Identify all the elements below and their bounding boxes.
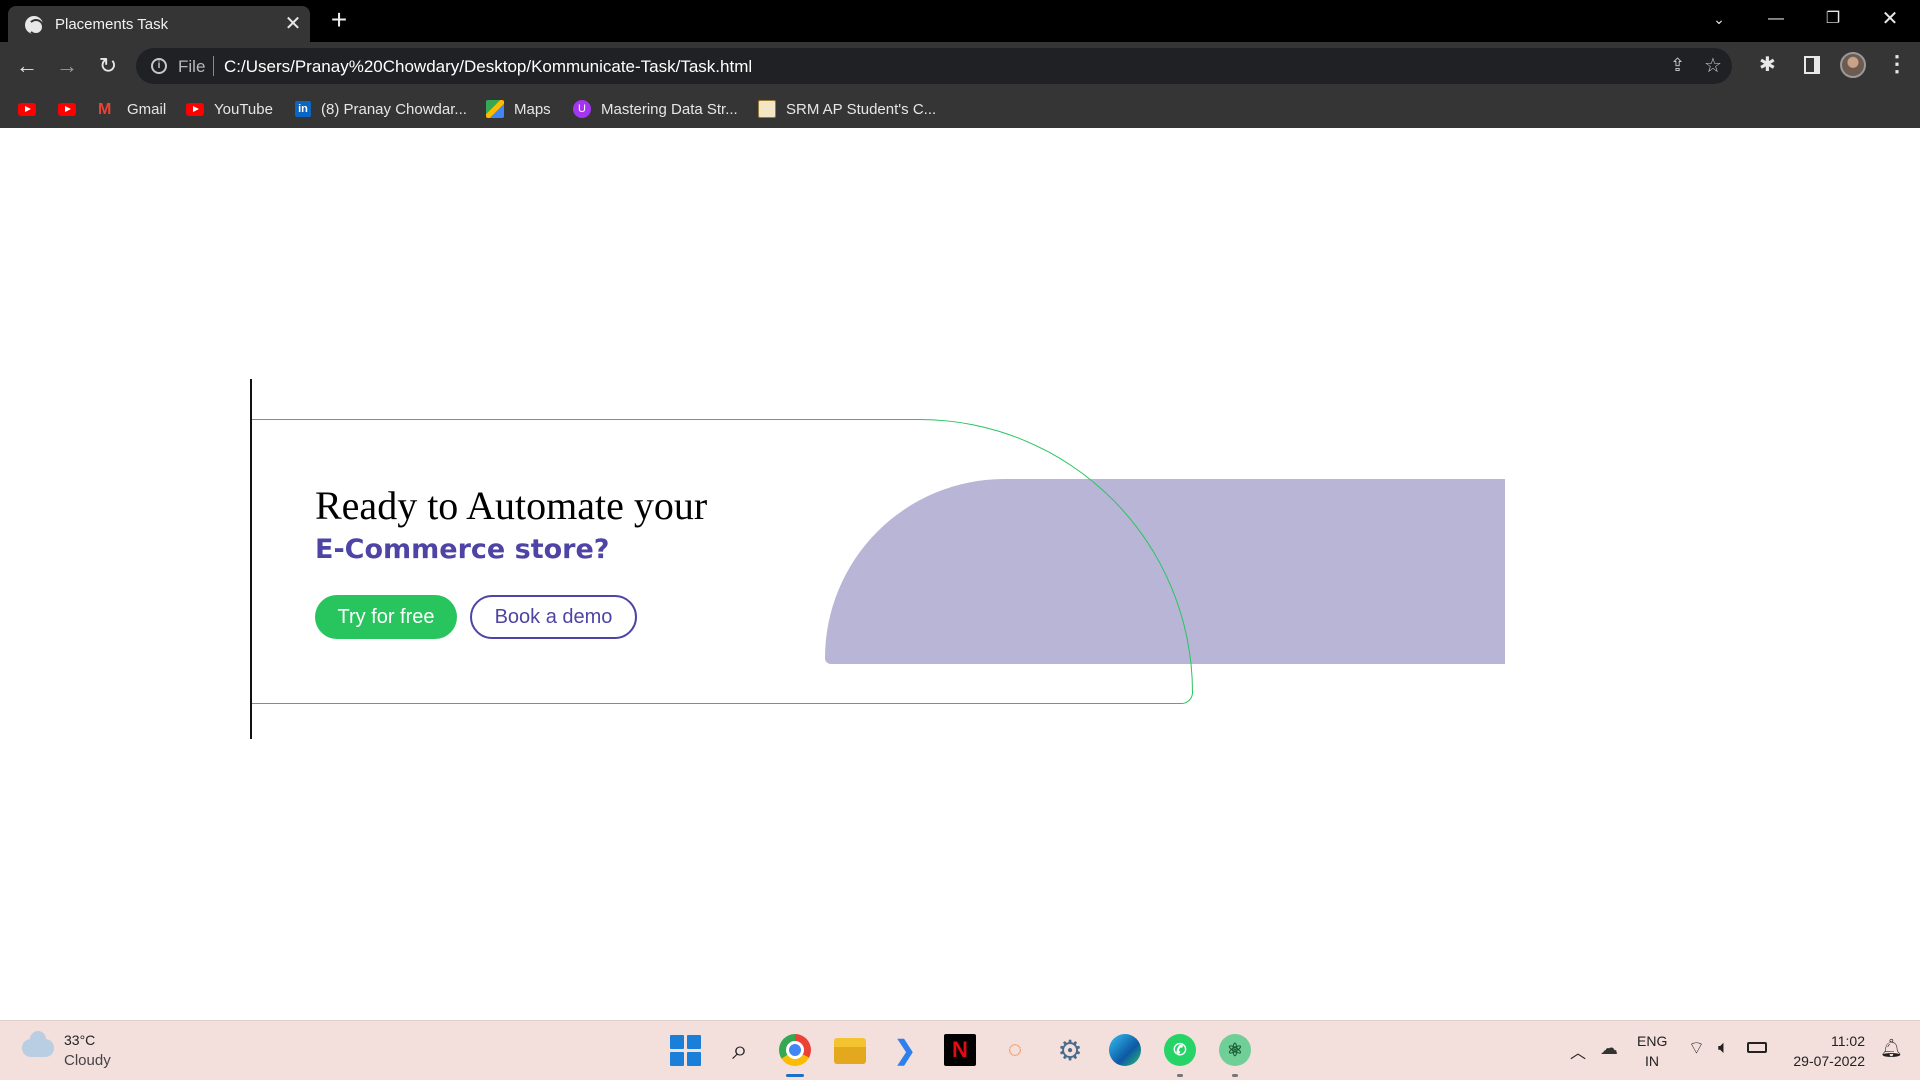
- show-hidden-icons-chevron-icon[interactable]: ︿: [1570, 1039, 1586, 1063]
- bookmarks-bar: M Gmail YouTube in (8) Pranay Chowdar...…: [0, 89, 1920, 128]
- bookmark-label: Maps: [514, 100, 551, 118]
- bookmark-udemy[interactable]: U Mastering Data Str...: [573, 98, 738, 120]
- tab-title: Placements Task: [55, 16, 169, 33]
- url-text[interactable]: C:/Users/Pranay%20Chowdary/Desktop/Kommu…: [224, 57, 752, 77]
- maps-icon: [486, 100, 504, 118]
- back-arrow-icon[interactable]: ←: [12, 51, 42, 81]
- cta-headline: Ready to Automate your: [315, 483, 708, 528]
- browser-toolbar: ← → ↻ i File C:/Users/Pranay%20Chowdary/…: [0, 42, 1920, 89]
- url-separator: [213, 56, 214, 76]
- browser-menu-icon[interactable]: ⋮: [1886, 51, 1908, 77]
- atom-icon[interactable]: ⚛: [1219, 1034, 1251, 1066]
- profile-avatar[interactable]: [1840, 52, 1866, 78]
- bookmark-label: SRM AP Student's C...: [786, 100, 937, 118]
- chrome-icon[interactable]: [779, 1034, 811, 1066]
- edge-icon[interactable]: [1109, 1034, 1141, 1066]
- linkedin-icon: in: [295, 101, 311, 117]
- bookmark-linkedin[interactable]: in (8) Pranay Chowdar...: [295, 98, 467, 120]
- windows-taskbar: 33°C Cloudy ⌕ ❯ N ◌ ⚙ ✆ ⚛ ︿ ☁ ENG IN ⌔ 🔈…: [0, 1020, 1920, 1080]
- new-tab-button[interactable]: +: [324, 5, 354, 35]
- netflix-icon[interactable]: N: [944, 1034, 976, 1066]
- volume-icon[interactable]: 🔈︎: [1718, 1037, 1729, 1058]
- vscode-icon[interactable]: ❯: [889, 1034, 921, 1066]
- try-for-free-button[interactable]: Try for free: [315, 595, 457, 639]
- address-bar[interactable]: i File C:/Users/Pranay%20Chowdary/Deskto…: [136, 48, 1732, 84]
- page-content: Ready to Automate your E-Commerce store?…: [0, 128, 1920, 1020]
- bookmark-youtube-1[interactable]: [18, 98, 46, 120]
- running-indicator: [1232, 1074, 1238, 1077]
- srm-icon: [758, 100, 776, 118]
- bookmark-label: Gmail: [127, 100, 167, 118]
- cta-subheadline: E-Commerce store?: [315, 534, 610, 565]
- bookmark-star-icon[interactable]: ☆: [1704, 53, 1722, 78]
- bookmark-youtube-2[interactable]: [58, 98, 86, 120]
- weather-description[interactable]: Cloudy: [64, 1052, 111, 1069]
- bookmark-label: Mastering Data Str...: [601, 100, 738, 118]
- tab-search-chevron-icon[interactable]: ⌄: [1696, 4, 1742, 34]
- youtube-icon: [58, 102, 76, 116]
- forward-arrow-icon[interactable]: →: [52, 51, 82, 81]
- youtube-icon: [18, 102, 36, 116]
- input-region[interactable]: IN: [1645, 1053, 1659, 1069]
- running-indicator: [1177, 1074, 1183, 1077]
- browser-tab-strip: Placements Task ✕ + ⌄ — ❐ ✕: [0, 0, 1920, 42]
- wifi-icon[interactable]: ⌔: [1688, 1037, 1705, 1060]
- reload-icon[interactable]: ↻: [93, 51, 123, 81]
- side-panel-icon[interactable]: [1804, 56, 1820, 74]
- restore-button[interactable]: ❐: [1810, 4, 1856, 34]
- bookmark-srm[interactable]: SRM AP Student's C...: [758, 98, 936, 120]
- youtube-icon: [186, 102, 204, 116]
- clock-time[interactable]: 11:02: [1831, 1033, 1865, 1049]
- url-scheme-label: File: [178, 57, 206, 76]
- clock-date[interactable]: 29-07-2022: [1793, 1053, 1865, 1069]
- globe-icon: [25, 16, 44, 35]
- info-icon[interactable]: i: [151, 58, 167, 74]
- gmail-icon: M: [98, 100, 112, 118]
- tab-close-button[interactable]: ✕: [281, 12, 305, 36]
- active-app-indicator: [786, 1074, 804, 1077]
- bookmark-youtube-3[interactable]: YouTube: [186, 98, 273, 120]
- window-close-button[interactable]: ✕: [1867, 4, 1913, 34]
- jupyter-icon[interactable]: ◌: [999, 1034, 1031, 1066]
- book-a-demo-button[interactable]: Book a demo: [470, 595, 637, 639]
- weather-temperature[interactable]: 33°C: [64, 1032, 95, 1048]
- share-icon[interactable]: ⇪: [1670, 55, 1685, 76]
- battery-icon[interactable]: [1747, 1042, 1767, 1053]
- windows-start-icon[interactable]: [669, 1034, 701, 1066]
- browser-tab[interactable]: Placements Task ✕: [8, 6, 310, 42]
- bookmark-label: YouTube: [214, 100, 273, 118]
- onedrive-cloud-icon[interactable]: ☁: [1600, 1038, 1618, 1059]
- bookmark-maps[interactable]: Maps: [486, 98, 551, 120]
- extensions-puzzle-icon[interactable]: ✱: [1759, 52, 1776, 77]
- whatsapp-icon[interactable]: ✆: [1164, 1034, 1196, 1066]
- cloud-weather-icon[interactable]: [22, 1031, 54, 1057]
- search-icon[interactable]: ⌕: [724, 1034, 756, 1066]
- settings-gear-icon[interactable]: ⚙: [1054, 1034, 1086, 1066]
- input-language[interactable]: ENG: [1637, 1033, 1667, 1049]
- bookmark-gmail[interactable]: M Gmail: [98, 98, 166, 120]
- bookmark-label: (8) Pranay Chowdar...: [321, 100, 467, 118]
- minimize-button[interactable]: —: [1753, 4, 1799, 34]
- udemy-icon: U: [573, 100, 591, 118]
- notification-bell-icon[interactable]: 🔔︎: [1880, 1038, 1903, 1059]
- file-explorer-icon[interactable]: [834, 1038, 866, 1064]
